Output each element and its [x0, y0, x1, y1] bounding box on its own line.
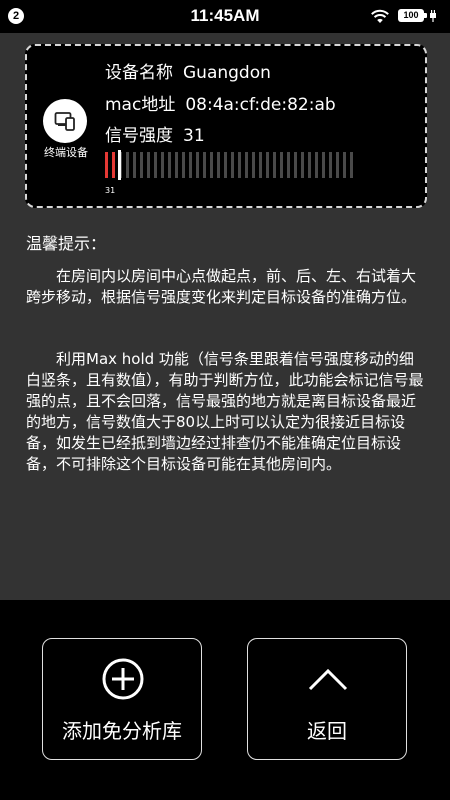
battery-tip: [424, 13, 427, 18]
signal-label: 信号强度: [105, 126, 173, 146]
signal-segment: [266, 152, 269, 178]
mac-label: mac地址: [105, 95, 176, 115]
signal-segment: [196, 152, 199, 178]
signal-segment: [238, 152, 241, 178]
signal-strength-bar: [105, 150, 353, 180]
signal-segment: [273, 152, 276, 178]
signal-segment: [294, 152, 297, 178]
signal-value: 31: [183, 126, 205, 146]
add-button-label: 添加免分析库: [62, 719, 182, 743]
devices-icon: [54, 112, 75, 131]
signal-segment: [168, 152, 171, 178]
device-name-label: 设备名称: [105, 63, 173, 83]
signal-segment: [329, 152, 332, 178]
signal-segment: [189, 152, 192, 178]
device-name-row: 设备名称 Guangdon: [105, 58, 271, 83]
signal-segment: [105, 152, 108, 178]
signal-segment: [231, 152, 234, 178]
signal-segment: [175, 152, 178, 178]
signal-segment: [182, 152, 185, 178]
add-to-whitelist-button[interactable]: 添加免分析库: [42, 638, 202, 760]
device-card: 终端设备 设备名称 Guangdon mac地址 08:4a:cf:de:82:ab…: [25, 44, 427, 208]
signal-segment: [322, 152, 325, 178]
signal-segment: [133, 152, 136, 178]
status-bar: 2 11:45AM 100: [0, 0, 450, 33]
signal-segment: [280, 152, 283, 178]
device-avatar: [43, 99, 87, 143]
wifi-icon: [371, 9, 389, 23]
plus-circle-icon: [102, 658, 144, 700]
signal-segment: [301, 152, 304, 178]
signal-segment: [126, 152, 129, 178]
signal-segment: [350, 152, 353, 178]
tips-paragraph-1: 在房间内以房间中心点做起点，前、后、左、右试着大跨步移动，根据信号强度变化来判定…: [26, 267, 417, 306]
signal-segment: [210, 152, 213, 178]
signal-segment: [147, 152, 150, 178]
mac-value: 08:4a:cf:de:82:ab: [185, 95, 336, 115]
signal-segment: [343, 152, 346, 178]
signal-segment: [217, 152, 220, 178]
bottom-action-panel: 添加免分析库 返回: [0, 600, 450, 800]
signal-segment: [203, 152, 206, 178]
max-hold-marker: [118, 150, 121, 180]
tips-title: 温馨提示：: [26, 234, 107, 253]
chevron-up-icon: [308, 668, 348, 691]
signal-segment: [224, 152, 227, 178]
signal-segment: [259, 152, 262, 178]
back-button-label: 返回: [307, 719, 347, 743]
signal-segment: [287, 152, 290, 178]
tips-paragraph-2: 利用Max hold 功能（信号条里跟着信号强度移动的细白竖条，且有数值），有助…: [26, 350, 424, 473]
signal-row: 信号强度 31: [105, 121, 205, 146]
signal-segment: [161, 152, 164, 178]
charging-icon: [430, 10, 436, 22]
signal-segment: [315, 152, 318, 178]
device-name-value: Guangdon: [183, 63, 271, 83]
signal-segment: [140, 152, 143, 178]
signal-segment: [252, 152, 255, 178]
signal-segment: [245, 152, 248, 178]
mac-row: mac地址 08:4a:cf:de:82:ab: [105, 90, 336, 115]
signal-segment: [336, 152, 339, 178]
max-hold-value: 31: [105, 186, 116, 195]
back-button[interactable]: 返回: [247, 638, 407, 760]
signal-segment: [154, 152, 157, 178]
avatar-caption: 终端设备: [44, 146, 88, 159]
battery-icon: 100: [398, 9, 424, 22]
signal-segment: [308, 152, 311, 178]
signal-segment: [112, 152, 115, 178]
